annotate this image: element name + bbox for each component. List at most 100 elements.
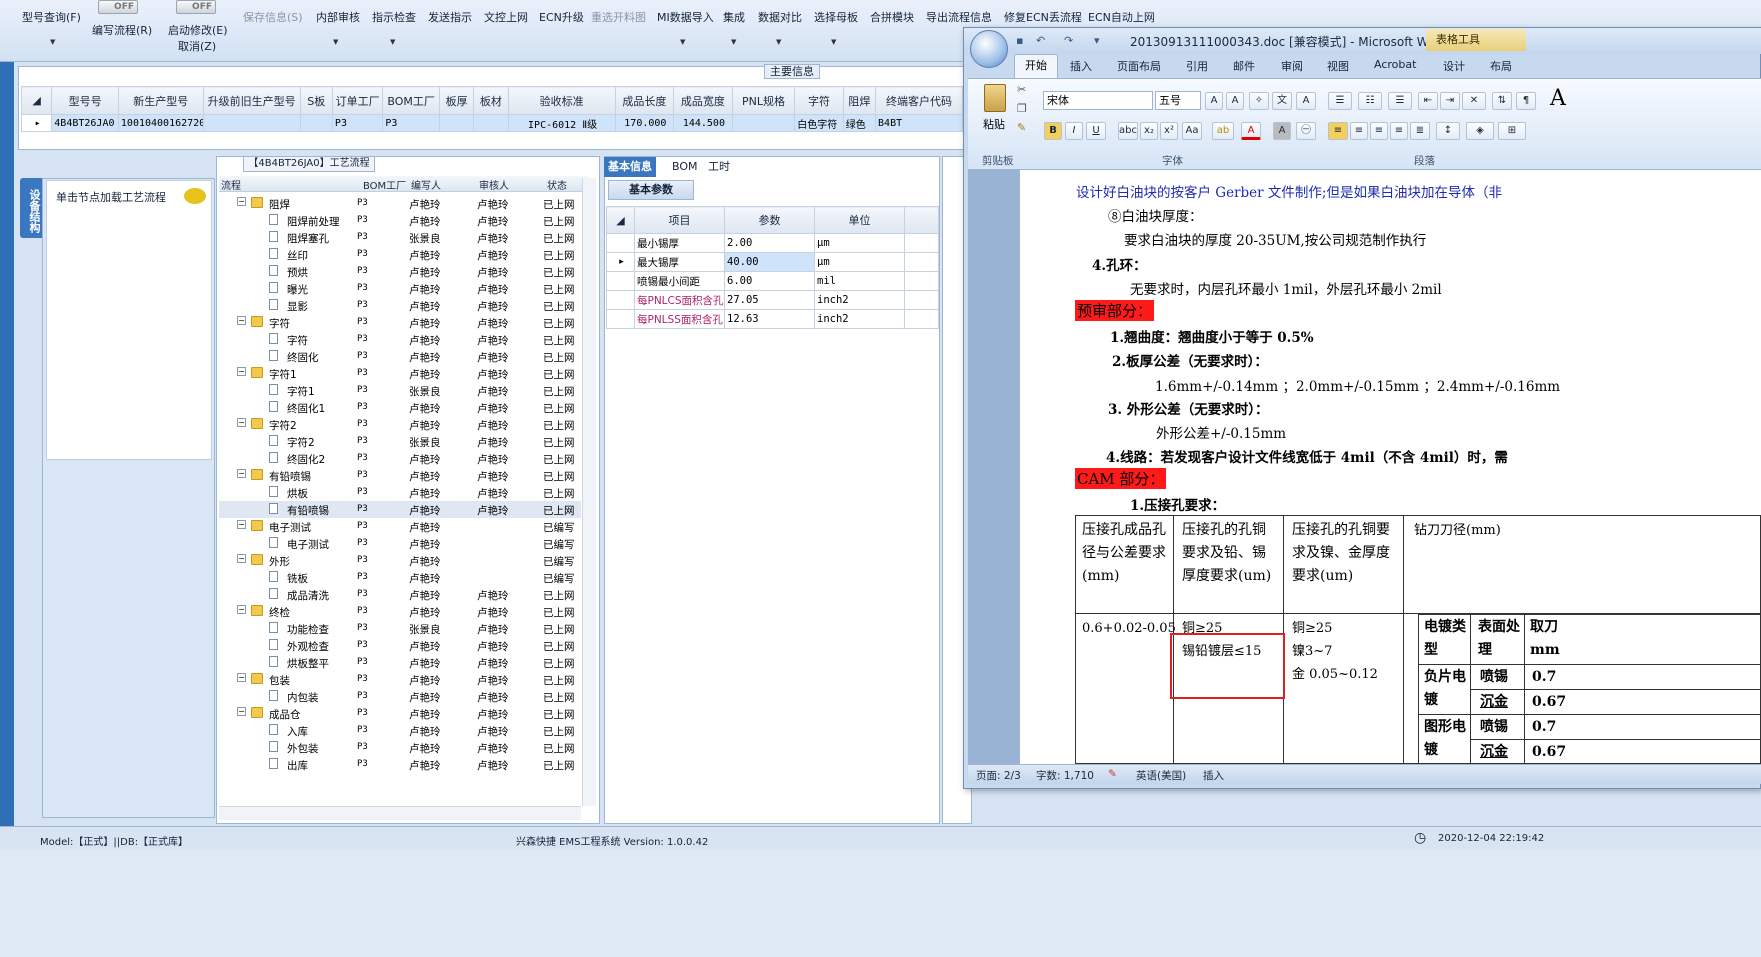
model-query-button[interactable]: 型号查询(F) xyxy=(22,9,81,25)
column-header[interactable]: 单位 xyxy=(814,206,905,234)
clear-format-icon[interactable]: ✧ xyxy=(1249,92,1269,110)
tree-row[interactable]: 终固化2 P3 卢艳玲 卢艳玲 已上网 xyxy=(219,450,581,467)
tree-row[interactable]: 阻焊塞孔 P3 张景良 卢艳玲 已上网 xyxy=(219,229,581,246)
column-header[interactable]: BOM工厂 xyxy=(382,86,440,115)
tab-device-structure[interactable]: 设备结构 xyxy=(20,178,42,238)
decrease-indent-icon[interactable]: ⇤ xyxy=(1418,92,1438,110)
tree-row[interactable]: 成品清洗 P3 卢艳玲 卢艳玲 已上网 xyxy=(219,586,581,603)
collapse-icon[interactable]: − xyxy=(237,673,246,682)
tab-work-hours[interactable]: 工时 xyxy=(704,157,734,177)
table-row[interactable]: 每PNLCS面积含孔 27.05 inch2 xyxy=(606,290,939,310)
distribute-icon[interactable]: ≣ xyxy=(1410,122,1430,140)
paste-button[interactable]: 粘贴 xyxy=(983,116,1005,132)
table-cell[interactable] xyxy=(473,114,509,132)
table-cell[interactable]: 40.00 xyxy=(724,252,815,272)
column-header[interactable]: 流程 xyxy=(221,177,241,192)
table-cell[interactable]: 沉金 xyxy=(1480,691,1508,714)
table-row[interactable]: 喷锡最小间距 6.00 mil xyxy=(606,271,939,291)
table-cell[interactable]: 0.67 xyxy=(1532,691,1566,714)
tree-row[interactable]: 显影 P3 卢艳玲 卢艳玲 已上网 xyxy=(219,297,581,314)
increase-indent-icon[interactable]: ⇥ xyxy=(1440,92,1460,110)
language[interactable]: 英语(美国) xyxy=(1136,768,1186,783)
table-cell[interactable]: 0.7 xyxy=(1532,716,1556,739)
align-right-icon[interactable]: ≡ xyxy=(1370,122,1388,140)
superscript-icon[interactable]: x² xyxy=(1160,122,1178,140)
column-header[interactable]: 新生产型号 xyxy=(117,86,204,115)
collapse-icon[interactable]: − xyxy=(237,418,246,427)
dropdown-arrow-icon[interactable]: ▼ xyxy=(776,38,781,46)
table-cell[interactable]: 0.67 xyxy=(1532,741,1566,764)
italic-icon[interactable]: I xyxy=(1065,122,1083,140)
table-cell[interactable]: IPC-6012 Ⅱ级 xyxy=(507,114,616,132)
tree-row[interactable]: − 有铅喷锡 P3 卢艳玲 卢艳玲 已上网 xyxy=(219,467,581,484)
table-cell[interactable] xyxy=(438,114,475,132)
bullets-icon[interactable]: ☰ xyxy=(1328,92,1352,110)
column-header[interactable]: 升级前旧生产型号 xyxy=(202,86,301,115)
table-cell[interactable]: 170.000 xyxy=(614,114,675,132)
dropdown-arrow-icon[interactable]: ▼ xyxy=(680,38,685,46)
tree-row[interactable]: − 电子测试 P3 卢艳玲 已编写 xyxy=(219,518,581,535)
table-cell[interactable]: mil xyxy=(814,271,905,291)
table-cell[interactable]: 图形电镀 xyxy=(1424,716,1466,762)
tree-row[interactable]: 字符2 P3 张景良 卢艳玲 已上网 xyxy=(219,433,581,450)
tree-row[interactable]: 内包装 P3 卢艳玲 卢艳玲 已上网 xyxy=(219,688,581,705)
ribbon-tab-references[interactable]: 引用 xyxy=(1186,58,1208,74)
table-cell[interactable]: 电镀类型 xyxy=(1424,616,1466,662)
collapse-icon[interactable]: − xyxy=(237,469,246,478)
save-icon[interactable]: ▪ xyxy=(1016,34,1030,48)
table-cell[interactable]: 0.7 xyxy=(1532,666,1556,689)
tree-row[interactable]: 出库 P3 卢艳玲 卢艳玲 已上网 xyxy=(219,756,581,773)
table-cell[interactable] xyxy=(202,114,301,132)
table-cell[interactable]: 喷锡最小间距 xyxy=(634,271,725,291)
table-cell[interactable]: 钻刀刀径(mm) xyxy=(1414,519,1501,542)
table-cell[interactable]: 负片电镀 xyxy=(1424,666,1466,712)
tree-row[interactable]: − 字符 P3 卢艳玲 卢艳玲 已上网 xyxy=(219,314,581,331)
redo-icon[interactable]: ↷ xyxy=(1064,34,1078,48)
table-cell[interactable]: B4BT xyxy=(875,114,963,132)
select-mother-board-button[interactable]: 选择母板 xyxy=(814,9,858,25)
ribbon-tab-mailings[interactable]: 邮件 xyxy=(1233,58,1255,74)
table-row[interactable]: ▸ 最大锡厚 40.00 μm xyxy=(606,252,939,272)
table-row[interactable]: 最小锡厚 2.00 μm xyxy=(606,233,939,253)
customize-toolbar-icon[interactable]: ▾ xyxy=(1094,34,1108,48)
column-header[interactable]: 成品宽度 xyxy=(673,86,733,115)
dropdown-arrow-icon[interactable]: ▼ xyxy=(831,38,836,46)
save-info-button[interactable]: 保存信息(S) xyxy=(243,9,303,25)
tree-row[interactable]: 烘板整平 P3 卢艳玲 卢艳玲 已上网 xyxy=(219,654,581,671)
align-center-icon[interactable]: ≡ xyxy=(1350,122,1368,140)
tree-row[interactable]: 外包装 P3 卢艳玲 卢艳玲 已上网 xyxy=(219,739,581,756)
office-button-icon[interactable] xyxy=(970,30,1008,68)
column-header[interactable]: 编写人 xyxy=(411,177,441,192)
integrate-button[interactable]: 集成 xyxy=(723,9,745,25)
char-shading-icon[interactable]: A xyxy=(1273,122,1291,140)
table-cell[interactable]: 最小锡厚 xyxy=(634,233,725,253)
table-cell[interactable]: P3 xyxy=(331,114,384,132)
column-header[interactable]: 板厚 xyxy=(438,86,475,115)
align-left-icon[interactable]: ≡ xyxy=(1328,122,1348,140)
show-marks-icon[interactable]: ¶ xyxy=(1516,92,1536,110)
column-header[interactable]: 成品长度 xyxy=(614,86,675,115)
table-cell[interactable]: 10010400162720 xyxy=(117,114,204,132)
paste-icon[interactable] xyxy=(984,84,1006,112)
ribbon-tab-acrobat[interactable]: Acrobat xyxy=(1374,58,1416,71)
ribbon-tab-insert[interactable]: 插入 xyxy=(1070,58,1092,74)
dropdown-arrow-icon[interactable]: ▼ xyxy=(333,38,338,46)
tree-row[interactable]: 终固化1 P3 卢艳玲 卢艳玲 已上网 xyxy=(219,399,581,416)
format-painter-icon[interactable]: ✎ xyxy=(1017,121,1026,134)
tab-basic-params[interactable]: 基本参数 xyxy=(608,180,694,200)
asian-layout-icon[interactable]: ✕ xyxy=(1462,92,1486,110)
multilevel-list-icon[interactable]: ☰ xyxy=(1388,92,1412,110)
tree-row[interactable]: 曝光 P3 卢艳玲 卢艳玲 已上网 xyxy=(219,280,581,297)
repair-ecn-button[interactable]: 修复ECN丢流程 xyxy=(1004,9,1082,25)
shading-icon[interactable]: ◈ xyxy=(1466,122,1494,140)
tree-row[interactable]: − 字符1 P3 卢艳玲 卢艳玲 已上网 xyxy=(219,365,581,382)
table-cell[interactable]: 镍3~7 xyxy=(1292,640,1332,663)
table-cell[interactable]: 喷锡 xyxy=(1480,716,1508,739)
column-header[interactable]: 字符 xyxy=(794,86,844,115)
table-cell[interactable]: 绿色 xyxy=(842,114,877,132)
vertical-scrollbar[interactable] xyxy=(582,178,596,806)
ecn-upgrade-button[interactable]: ECN升级 xyxy=(539,9,584,25)
table-cell[interactable]: 取刀mm xyxy=(1530,616,1564,662)
table-cell[interactable]: 27.05 xyxy=(724,290,815,310)
collapse-icon[interactable]: − xyxy=(237,605,246,614)
